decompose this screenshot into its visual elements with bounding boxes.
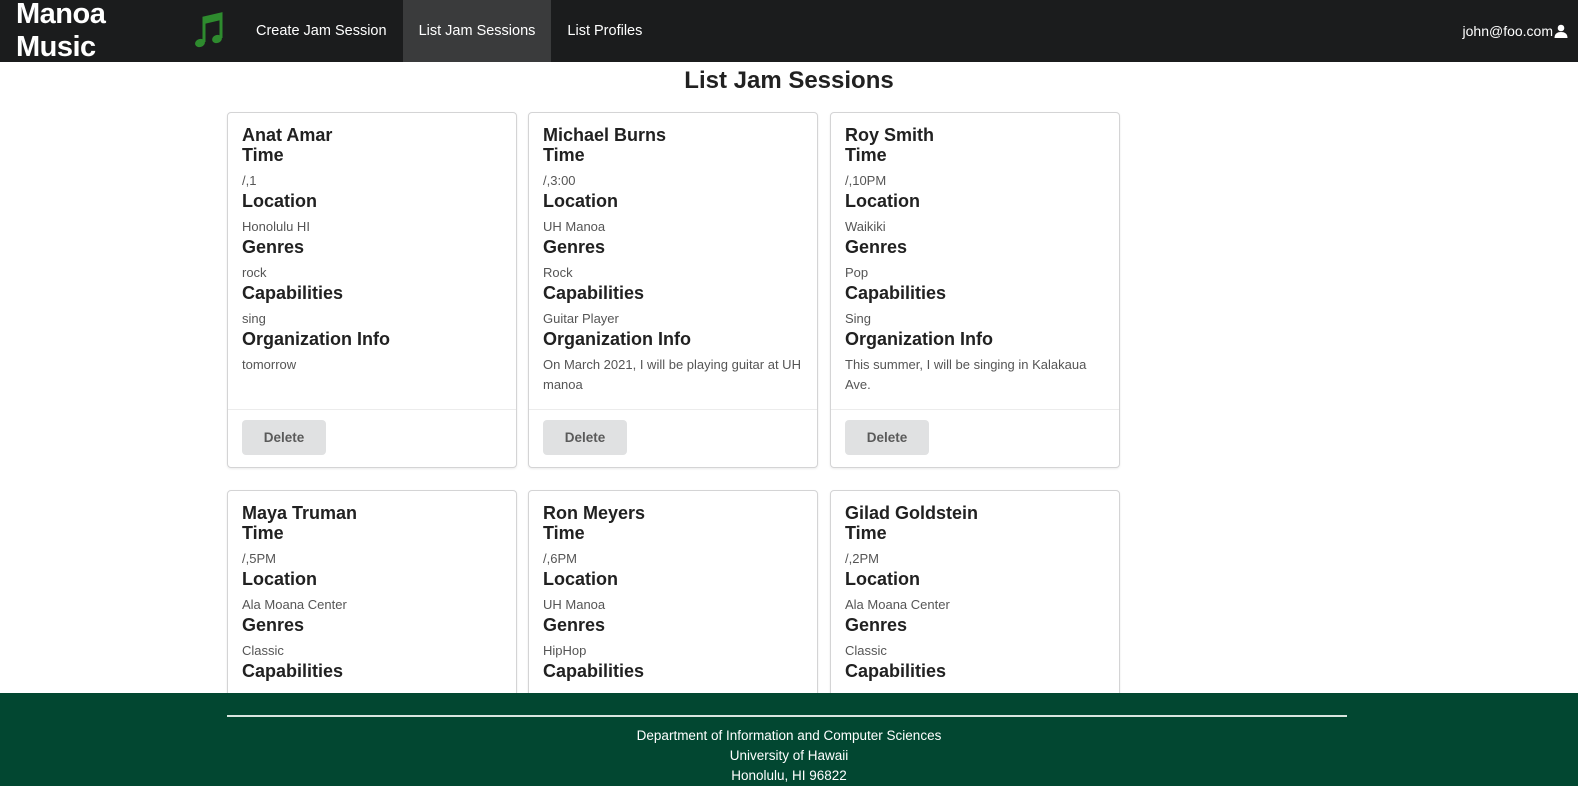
footer-divider [227, 715, 1347, 717]
user-icon [1554, 24, 1568, 38]
user-menu[interactable]: john@foo.com [1447, 0, 1578, 62]
delete-button[interactable]: Delete [242, 420, 326, 455]
location-value: UH Manoa [543, 219, 606, 234]
card-name: Maya Truman [242, 503, 358, 523]
jam-session-card: Roy Smith Time /,10PM Location Waikiki G… [830, 112, 1120, 468]
time-value: /,1 [242, 173, 257, 188]
time-label: Time [242, 523, 284, 543]
nav-create-jam-session[interactable]: Create Jam Session [240, 0, 403, 62]
genres-label: Genres [242, 237, 305, 257]
organization-label: Organization Info [543, 329, 691, 349]
footer-address: Honolulu, HI 96822 [731, 768, 847, 783]
jam-session-card: Maya Truman Time /,5PM Location Ala Moan… [227, 490, 517, 720]
music-note-icon [194, 12, 224, 50]
genres-value: Classic [845, 643, 887, 658]
time-value: /,10PM [845, 173, 887, 188]
organization-value: On March 2021, I will be playing guitar … [543, 357, 801, 392]
user-email[interactable]: john@foo.com [1463, 23, 1553, 39]
genres-label: Genres [543, 237, 606, 257]
time-label: Time [543, 145, 585, 165]
jam-session-card: Ron Meyers Time /,6PM Location UH Manoa … [528, 490, 818, 720]
jam-session-card: Michael Burns Time /,3:00 Location UH Ma… [528, 112, 818, 468]
capabilities-value: Sing [845, 311, 872, 326]
organization-value: This summer, I will be singing in Kalaka… [845, 357, 1087, 392]
location-label: Location [845, 569, 920, 589]
card-name: Anat Amar [242, 125, 333, 145]
genres-value: Pop [845, 265, 869, 280]
capabilities-label: Capabilities [543, 283, 645, 303]
organization-label: Organization Info [242, 329, 390, 349]
card-actions: Delete [228, 409, 516, 467]
footer-department: Department of Information and Computer S… [636, 728, 942, 743]
jam-session-card: Anat Amar Time /,1 Location Honolulu HI … [227, 112, 517, 468]
time-value: /,5PM [242, 551, 276, 566]
capabilities-label: Capabilities [543, 661, 645, 681]
page-title: List Jam Sessions [684, 67, 894, 94]
location-label: Location [845, 191, 920, 211]
organization-value: tomorrow [242, 357, 297, 372]
capabilities-value: sing [242, 311, 266, 326]
time-label: Time [845, 145, 887, 165]
nav-list-jam-sessions[interactable]: List Jam Sessions [402, 0, 552, 62]
location-label: Location [242, 191, 317, 211]
location-value: Waikiki [845, 219, 886, 234]
brand[interactable]: Manoa Music [0, 0, 240, 64]
genres-value: rock [242, 265, 267, 280]
genres-value: Classic [242, 643, 284, 658]
location-value: Ala Moana Center [242, 597, 347, 612]
card-name: Gilad Goldstein [845, 503, 979, 523]
capabilities-label: Capabilities [242, 283, 344, 303]
nav-list-profiles[interactable]: List Profiles [551, 0, 658, 62]
time-label: Time [543, 523, 585, 543]
delete-button[interactable]: Delete [543, 420, 627, 455]
time-value: /,3:00 [543, 173, 576, 188]
organization-label: Organization Info [845, 329, 993, 349]
genres-label: Genres [543, 615, 606, 635]
card-name: Michael Burns [543, 125, 667, 145]
genres-value: Rock [543, 265, 573, 280]
time-label: Time [242, 145, 284, 165]
genres-label: Genres [845, 615, 908, 635]
card-actions: Delete [831, 409, 1119, 467]
genres-label: Genres [845, 237, 908, 257]
footer-text: Department of Information and Computer S… [0, 726, 1578, 786]
location-label: Location [543, 569, 618, 589]
card-actions: Delete [529, 409, 817, 467]
capabilities-label: Capabilities [242, 661, 344, 681]
location-value: Honolulu HI [242, 219, 310, 234]
card-name: Ron Meyers [543, 503, 646, 523]
jam-session-card: Gilad Goldstein Time /,2PM Location Ala … [830, 490, 1120, 720]
delete-button[interactable]: Delete [845, 420, 929, 455]
time-value: /,2PM [845, 551, 879, 566]
location-label: Location [242, 569, 317, 589]
footer-university: University of Hawaii [729, 748, 849, 763]
capabilities-label: Capabilities [845, 661, 947, 681]
capabilities-label: Capabilities [845, 283, 947, 303]
brand-title[interactable]: Manoa Music [16, 0, 190, 64]
location-value: UH Manoa [543, 597, 606, 612]
time-label: Time [845, 523, 887, 543]
capabilities-value: Guitar Player [543, 311, 619, 326]
location-value: Ala Moana Center [845, 597, 950, 612]
genres-label: Genres [242, 615, 305, 635]
location-label: Location [543, 191, 618, 211]
genres-value: HipHop [543, 643, 587, 658]
time-value: /,6PM [543, 551, 577, 566]
footer: Department of Information and Computer S… [0, 693, 1578, 786]
card-name: Roy Smith [845, 125, 935, 145]
top-navbar: Manoa Music Create Jam Session List Jam … [0, 0, 1578, 64]
